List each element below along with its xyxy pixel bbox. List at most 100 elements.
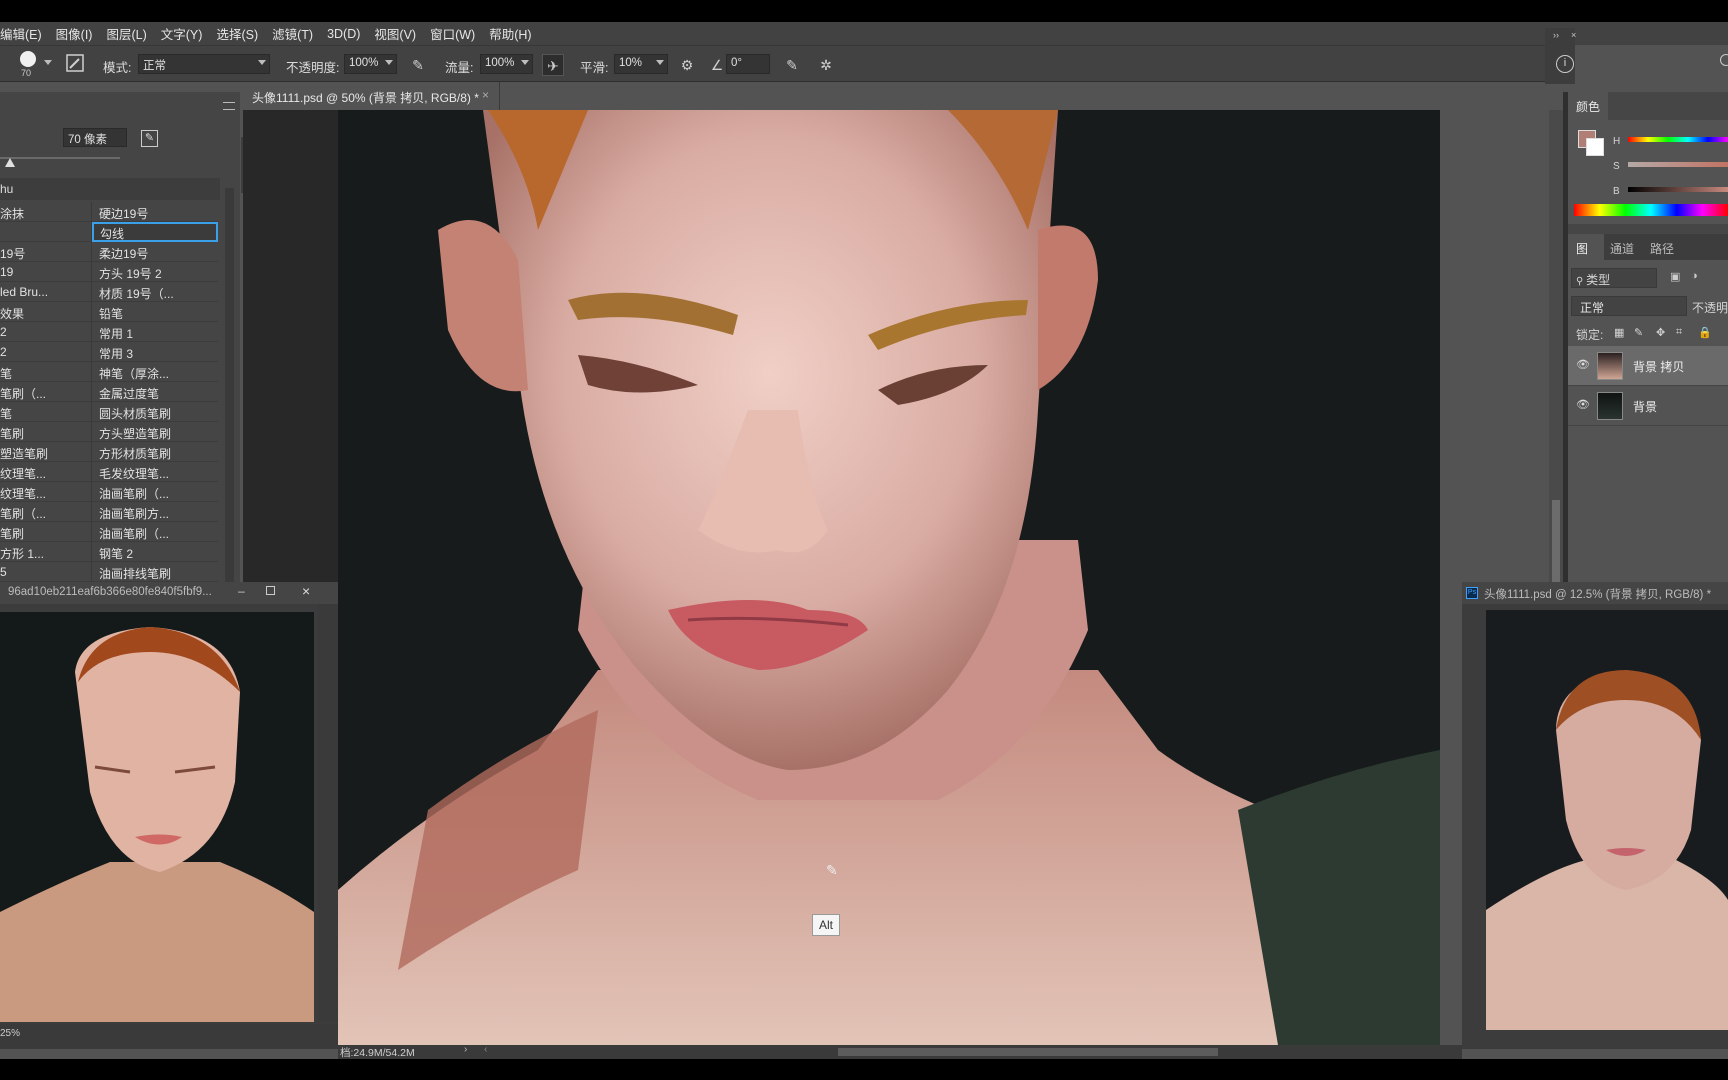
close-icon[interactable]: × xyxy=(482,88,489,102)
tab-layers[interactable]: 图层 xyxy=(1568,234,1604,273)
brush-list-row[interactable]: 效果 铅笔 xyxy=(0,302,218,322)
background-color-swatch[interactable] xyxy=(1586,138,1604,156)
image-filter-icon[interactable]: ▣ xyxy=(1670,270,1680,283)
brush-name-right[interactable]: 油画笔刷（... xyxy=(99,525,169,542)
brush-name-left[interactable]: 笔刷 xyxy=(0,525,24,542)
brush-name-left[interactable]: 19号 xyxy=(0,245,25,262)
brush-name-right[interactable]: 材质 19号（... xyxy=(99,285,174,302)
menu-filter[interactable]: 滤镜(T) xyxy=(265,24,320,43)
close-icon[interactable]: × xyxy=(1571,30,1576,40)
layer-name[interactable]: 背景 xyxy=(1633,398,1657,415)
secondary-window-titlebar[interactable]: Ps 头像1111.psd @ 12.5% (背景 拷贝, RGB/8) * xyxy=(1462,582,1728,604)
brush-group-header[interactable]: hu xyxy=(0,178,220,200)
reference-window-titlebar[interactable]: 96ad10eb211eaf6b366e80fe840f5fbf9... – × xyxy=(0,582,338,604)
brush-name-right[interactable]: 方头塑造笔刷 xyxy=(99,425,171,442)
lock-transparent-icon[interactable]: ▦ xyxy=(1614,326,1624,339)
search-icon[interactable] xyxy=(1720,54,1728,66)
chevron-left-icon[interactable]: ‹ xyxy=(484,1044,487,1055)
menu-select[interactable]: 选择(S) xyxy=(209,24,265,43)
menu-view[interactable]: 视图(V) xyxy=(367,24,423,43)
pressure-size-icon[interactable]: ✎ xyxy=(781,54,803,76)
gear-icon[interactable]: ⚙ xyxy=(676,54,698,76)
brush-name-right[interactable]: 神笔（厚涂... xyxy=(99,365,169,382)
brush-name-left[interactable]: 笔刷（... xyxy=(0,385,46,402)
brush-name-right[interactable]: 方头 19号 2 xyxy=(99,265,162,282)
brush-settings-icon[interactable] xyxy=(64,54,86,76)
menu-help[interactable]: 帮助(H) xyxy=(482,24,538,43)
canvas-hscrollbar[interactable] xyxy=(838,1048,1218,1056)
brush-list-row[interactable]: 笔刷 油画笔刷（... xyxy=(0,522,218,542)
layer-row[interactable]: 👁 背景 拷贝 xyxy=(1568,346,1728,386)
menu-image[interactable]: 图像(I) xyxy=(49,24,100,43)
brush-name-right[interactable]: 油画笔刷方... xyxy=(99,505,169,522)
angle-input[interactable]: 0° xyxy=(726,54,770,74)
new-brush-icon[interactable]: ✎ xyxy=(141,130,158,147)
airbrush-icon[interactable]: ✈ xyxy=(542,54,564,76)
blend-mode-select[interactable]: 正常 xyxy=(1571,296,1687,316)
brush-name-right[interactable]: 勾线 xyxy=(92,222,218,242)
brush-name-right[interactable]: 油画笔刷（... xyxy=(99,485,169,502)
brush-name-left[interactable]: 2 xyxy=(0,325,7,339)
menu-layer[interactable]: 图层(L) xyxy=(99,24,153,43)
painting-canvas[interactable] xyxy=(338,110,1440,1045)
brush-list-row[interactable]: 塑造笔刷 方形材质笔刷 xyxy=(0,442,218,462)
tab-channels[interactable]: 通道 xyxy=(1610,240,1634,257)
brush-list-row[interactable]: 19 方头 19号 2 xyxy=(0,262,218,282)
brush-list-row[interactable]: led Bru... 材质 19号（... xyxy=(0,282,218,302)
brush-name-left[interactable]: 涂抹 xyxy=(0,205,24,222)
brush-name-left[interactable]: 纹理笔... xyxy=(0,485,46,502)
brush-name-right[interactable]: 柔边19号 xyxy=(99,245,148,262)
brush-name-left[interactable]: 笔刷 xyxy=(0,425,24,442)
brush-list-row[interactable]: 19号 柔边19号 xyxy=(0,242,218,262)
lock-artboard-icon[interactable]: ⌗ xyxy=(1676,326,1682,339)
brush-list-row[interactable]: 纹理笔... 油画笔刷（... xyxy=(0,482,218,502)
brush-list-row[interactable]: 2 常用 1 xyxy=(0,322,218,342)
menu-3d[interactable]: 3D(D) xyxy=(320,27,367,41)
document-tab[interactable]: 头像1111.psd @ 50% (背景 拷贝, RGB/8) * × xyxy=(243,82,500,110)
panel-menu-icon[interactable] xyxy=(223,102,235,110)
brush-name-right[interactable]: 钢笔 2 xyxy=(99,545,133,562)
expand-panel-icon[interactable]: ›› xyxy=(1553,30,1559,40)
close-icon[interactable]: × xyxy=(302,583,310,599)
lock-paint-icon[interactable]: ✎ xyxy=(1634,326,1643,339)
brush-name-right[interactable]: 常用 3 xyxy=(99,345,133,362)
size-input[interactable]: 70 像素 xyxy=(63,128,127,147)
minimize-icon[interactable]: – xyxy=(238,584,245,598)
brush-name-left[interactable]: 2 xyxy=(0,345,7,359)
brush-list-row[interactable]: 涂抹 硬边19号 xyxy=(0,202,218,222)
brush-name-right[interactable]: 铅笔 xyxy=(99,305,123,322)
brush-name-right[interactable]: 方形材质笔刷 xyxy=(99,445,171,462)
brush-list-row[interactable]: 勾线 xyxy=(0,222,218,242)
hue-slider[interactable] xyxy=(1628,137,1728,142)
scroll-thumb[interactable] xyxy=(1552,500,1560,582)
layer-name[interactable]: 背景 拷贝 xyxy=(1633,358,1684,375)
brush-list-row[interactable]: 笔刷（... 金属过度笔 xyxy=(0,382,218,402)
adjustment-filter-icon[interactable]: ◑ xyxy=(1691,270,1698,282)
size-slider-handle[interactable] xyxy=(5,158,15,167)
brush-list-scrollbar[interactable] xyxy=(225,188,234,582)
lock-move-icon[interactable]: ✥ xyxy=(1656,326,1665,339)
reference-zoom[interactable]: 25% xyxy=(0,1028,20,1039)
saturation-slider[interactable] xyxy=(1628,162,1728,167)
pressure-opacity-icon[interactable]: ✎ xyxy=(407,54,429,76)
brush-name-left[interactable]: 塑造笔刷 xyxy=(0,445,48,462)
brush-name-left[interactable]: 笔 xyxy=(0,365,12,382)
chevron-right-icon[interactable]: › xyxy=(464,1044,467,1055)
brush-list-row[interactable]: 2 常用 3 xyxy=(0,342,218,362)
brush-name-left[interactable]: 19 xyxy=(0,265,13,279)
brightness-slider[interactable] xyxy=(1628,187,1728,192)
menu-type[interactable]: 文字(Y) xyxy=(154,24,210,43)
layer-row[interactable]: 👁 背景 xyxy=(1568,386,1728,426)
brush-list-row[interactable]: 5 油画排线笔刷 xyxy=(0,562,218,582)
size-slider-track[interactable] xyxy=(0,157,120,159)
brush-name-right[interactable]: 硬边19号 xyxy=(99,205,148,222)
brush-name-left[interactable]: 纹理笔... xyxy=(0,465,46,482)
brush-name-left[interactable]: 效果 xyxy=(0,305,24,322)
brush-preset-picker[interactable]: 70 xyxy=(16,49,52,79)
menu-window[interactable]: 窗口(W) xyxy=(423,24,482,43)
layer-filter-select[interactable]: ⚲ 类型 xyxy=(1571,268,1657,288)
brush-name-left[interactable]: 笔 xyxy=(0,405,12,422)
brush-list-row[interactable]: 笔刷 方头塑造笔刷 xyxy=(0,422,218,442)
brush-name-left[interactable]: 5 xyxy=(0,565,7,579)
color-tab[interactable]: 颜色 xyxy=(1568,92,1608,120)
